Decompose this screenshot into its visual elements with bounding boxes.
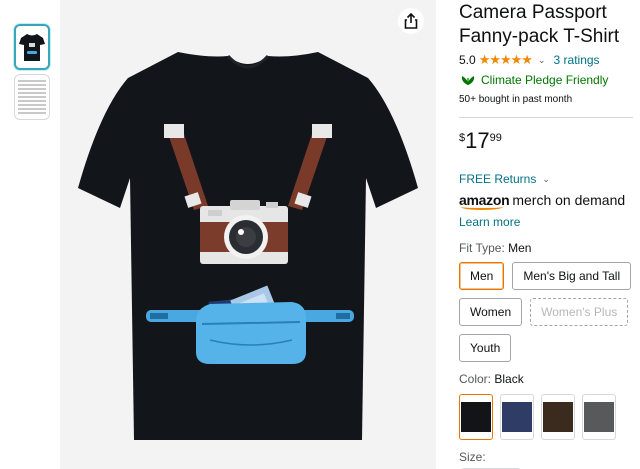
fit-option-men[interactable]: Men [459,262,505,290]
climate-pledge-icon [461,76,475,85]
color-label: Color: Black [459,372,640,388]
tshirt-illustration [78,52,418,440]
fit-type-label-text: Fit Type: [459,241,505,255]
bought-count: 50+ bought in past month [459,94,573,105]
swatch-fill [584,402,614,432]
rating-row: 5.0 ★★★★★ ⌄ 3 ratings [459,52,640,68]
thumbnail-strip [14,24,52,124]
price-fraction: 99 [489,132,502,144]
swatch-fill [461,402,491,432]
free-returns-label: FREE Returns [459,172,537,186]
divider [459,117,633,118]
fit-option-women[interactable]: Women [459,298,523,326]
thumbnail-shirt[interactable] [14,24,50,70]
merch-on-demand-logo: amazon merch on demand [459,192,640,212]
fanny-pack-body [196,302,306,364]
color-swatch-gray[interactable] [582,394,616,440]
fit-type-label: Fit Type: Men [459,241,640,257]
color-swatch-brown[interactable] [541,394,575,440]
fit-type-options: Men Men's Big and Tall Women Women's Plu… [459,262,637,362]
amazon-logo-text: amazon [459,192,510,210]
size-label: Size: [459,450,486,464]
camera-graphic [200,200,288,264]
product-info-panel: Camera Passport Fanny-pack T-Shirt 5.0 ★… [459,0,640,469]
color-swatches [459,394,640,440]
color-swatch-navy[interactable] [500,394,534,440]
climate-pledge-label: Climate Pledge Friendly [481,73,609,87]
fit-type-selected: Men [508,241,532,255]
chevron-down-icon: ⌄ [542,173,550,184]
learn-more-link[interactable]: Learn more [459,215,640,231]
ratings-count-link[interactable]: 3 ratings [554,53,600,67]
color-swatch-black[interactable] [459,394,493,440]
rating-value: 5.0 [459,53,476,67]
thumbnail-size-chart[interactable] [14,74,50,120]
color-label-text: Color: [459,372,492,386]
price: $ 17 99 [459,129,640,157]
product-title-line2: Fanny-pack T-Shirt [459,26,620,47]
share-button[interactable] [398,8,424,34]
color-selected: Black [494,372,524,386]
merch-on-demand-text: merch on demand [512,192,626,208]
price-whole: 17 [465,128,490,153]
swatch-fill [502,402,532,432]
rating-stars-icon[interactable]: ★★★★★ [479,52,533,68]
product-title-line1: Camera Passport [459,2,607,23]
shirt-thumbnail-image [19,34,45,61]
share-icon [404,13,418,29]
fit-option-mens-big-and-tall[interactable]: Men's Big and Tall [512,262,632,290]
fit-option-youth[interactable]: Youth [459,334,512,362]
free-returns-link[interactable]: FREE Returns ⌄ [459,171,640,187]
fit-option-womens-plus[interactable]: Women's Plus [530,298,629,326]
product-title: Camera Passport Fanny-pack T-Shirt [459,1,640,49]
swatch-fill [543,402,573,432]
chevron-down-icon[interactable]: ⌄ [538,55,546,66]
climate-pledge-badge[interactable]: Climate Pledge Friendly [459,72,640,88]
main-product-image[interactable] [60,0,436,469]
size-chart-thumbnail-image [18,78,46,116]
